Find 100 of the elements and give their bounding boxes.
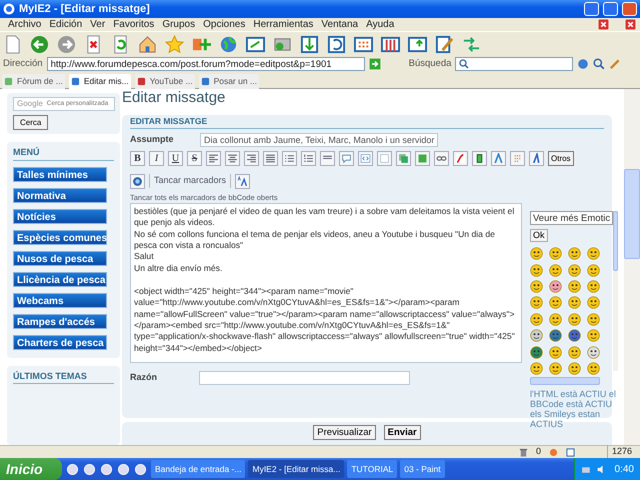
smiley-icon[interactable] — [530, 362, 543, 375]
menu-item[interactable]: Favoritos — [109, 16, 158, 32]
taskbar-button[interactable]: 03 - Paint — [400, 460, 445, 478]
smiley-icon[interactable] — [549, 329, 562, 342]
smiley-icon[interactable] — [530, 296, 543, 310]
submit-button[interactable]: Enviar — [384, 424, 421, 440]
smiley-icon[interactable] — [587, 346, 600, 359]
smiley-icon[interactable] — [530, 280, 543, 294]
format-button[interactable]: S — [187, 150, 202, 166]
format-button[interactable]: B — [130, 150, 145, 166]
horizontal-rule-button[interactable] — [320, 150, 335, 166]
menu-link[interactable]: Notícies — [13, 208, 107, 224]
smiley-icon[interactable] — [587, 312, 600, 326]
smiley-icon[interactable] — [530, 312, 543, 326]
smiley-icon[interactable] — [549, 346, 562, 359]
smiley-icon[interactable] — [568, 346, 581, 359]
align-left-button[interactable] — [206, 150, 221, 166]
home-icon[interactable] — [138, 34, 157, 54]
menu-item[interactable]: Grupos — [158, 16, 200, 32]
star-icon[interactable] — [165, 34, 184, 54]
menu-item[interactable]: Ventana — [317, 16, 362, 32]
more-button[interactable]: Otros — [548, 150, 574, 166]
smiley-icon[interactable] — [587, 296, 600, 310]
taskbar-button[interactable]: TUTORIAL — [347, 460, 398, 478]
smiley-icon[interactable] — [549, 362, 562, 375]
menu-item[interactable]: Herramientas — [249, 16, 318, 32]
smiley-icon[interactable] — [549, 296, 562, 310]
menu-link[interactable]: Llicència de pesca — [13, 272, 107, 287]
smiley-icon[interactable] — [568, 264, 581, 277]
smiley-icon[interactable] — [568, 362, 581, 375]
text-color-button[interactable] — [491, 150, 506, 166]
emoticons-dropdown[interactable]: Veure més Emotic — [530, 210, 614, 225]
minimize-button[interactable] — [584, 2, 599, 16]
menu-link[interactable]: Webcams — [13, 292, 107, 308]
font-size-button[interactable] — [235, 174, 250, 189]
taskbar-button[interactable]: Bandeja de entrada -... — [151, 460, 246, 478]
smiley-icon[interactable] — [549, 280, 562, 294]
code-button[interactable] — [358, 150, 373, 166]
download-icon[interactable] — [300, 34, 319, 54]
ok-button[interactable]: Ok — [530, 228, 548, 242]
align-right-button[interactable] — [244, 150, 259, 166]
grid-icon[interactable] — [354, 34, 373, 54]
link-button[interactable] — [434, 150, 449, 166]
preview-button[interactable]: Previsualizar — [313, 424, 376, 440]
reason-field[interactable] — [199, 370, 410, 385]
window-icon[interactable] — [408, 34, 427, 54]
image-button[interactable] — [396, 150, 411, 166]
close-button[interactable] — [622, 2, 637, 16]
quote-button[interactable] — [339, 150, 354, 166]
smiley-icon[interactable] — [568, 329, 581, 342]
menu-link[interactable]: Espècies comunes — [13, 230, 107, 245]
menu-item[interactable]: Opciones — [199, 16, 250, 32]
close-icon[interactable] — [598, 18, 609, 30]
format-button[interactable]: I — [149, 150, 164, 166]
search-field[interactable] — [455, 57, 574, 72]
menu-item[interactable]: Ayuda — [362, 16, 398, 32]
font-button[interactable] — [529, 150, 544, 166]
menu-link[interactable]: Rampes d'accés — [13, 314, 107, 329]
smiley-icon[interactable] — [568, 296, 581, 310]
smiley-icon[interactable] — [549, 247, 562, 260]
menu-item[interactable]: Edición — [45, 16, 86, 32]
smiley-icon[interactable] — [587, 280, 600, 294]
justify-button[interactable] — [263, 150, 278, 166]
browser-tab[interactable]: Fòrum de ... — [2, 74, 65, 89]
columns-icon[interactable] — [381, 34, 400, 54]
message-field[interactable]: bestiòles (que ja penjaré el video de quan les vam treure) i a sobre vam deleitamos la vista veient el que penjo als videos. No sé com collons funciona el tema de penjar els videos, aneu a Youtube i busqueu "Un dia de pesca con vista a roncualos" Salut Un altre dia envío més. <object width="425" height="344"><param name="movie" value="http://www.youtube.com/v/nXtg0CYtuvA&hl=es_ES&fs=1&"></param><param name="allowFullScreen" value="true"></param><param name="allowscriptaccess" value="always"></param><embed src="http://www.youtube.com/v/nXtg0CYtuvA&hl=es_ES&fs=1&" type="application/x-shockwave-flash" allowscriptaccess="always" allowfullscreen="true" width="425" height="344"></embed></object> — [130, 202, 522, 363]
undo-icon[interactable] — [327, 34, 346, 54]
dots-grid-button[interactable] — [510, 150, 525, 166]
smiley-icon[interactable] — [587, 329, 600, 342]
close-icon[interactable] — [625, 18, 636, 30]
edit-icon[interactable] — [435, 34, 454, 54]
menu-link[interactable]: Normativa — [13, 188, 107, 203]
smiley-icon[interactable] — [568, 280, 581, 294]
subject-field[interactable]: Dia collonut amb Jaume, Teixi, Marc, Manolo i un servidor — [200, 132, 438, 147]
search-button[interactable]: Cerca — [13, 114, 48, 130]
smiley-icon[interactable] — [530, 329, 543, 342]
close-tags-link[interactable]: Tancar marcadors — [149, 174, 232, 188]
smiley-icon[interactable] — [568, 247, 581, 260]
smiley-icon[interactable] — [587, 362, 600, 375]
numbered-list-button[interactable] — [301, 150, 316, 166]
align-center-button[interactable] — [225, 150, 240, 166]
smiley-icon[interactable] — [587, 264, 600, 277]
menu-item[interactable]: Archivo — [4, 16, 46, 32]
menu-link[interactable]: Nusos de pesca — [13, 250, 107, 266]
smiley-icon[interactable] — [568, 312, 581, 326]
smiley-icon[interactable] — [530, 346, 543, 359]
browser-tab[interactable]: Editar mis... — [68, 74, 131, 89]
menu-item[interactable]: Ver — [86, 16, 110, 32]
smiley-icon[interactable] — [587, 247, 600, 260]
go-icon[interactable] — [368, 58, 381, 70]
smiley-icon[interactable] — [549, 264, 562, 277]
address-field[interactable]: http://www.forumdepesca.com/post.forum?mode=editpost&p=1901 — [46, 57, 365, 72]
bullet-list-button[interactable] — [282, 150, 297, 166]
smiley-icon[interactable] — [530, 247, 543, 260]
browser-tab[interactable]: YouTube ... — [134, 74, 195, 89]
smiley-icon[interactable] — [549, 312, 562, 326]
window-icon[interactable] — [566, 448, 575, 456]
menu-link[interactable]: Talles mínimes — [13, 166, 107, 182]
format-button[interactable]: U — [168, 150, 183, 166]
search-icon[interactable] — [593, 58, 606, 70]
